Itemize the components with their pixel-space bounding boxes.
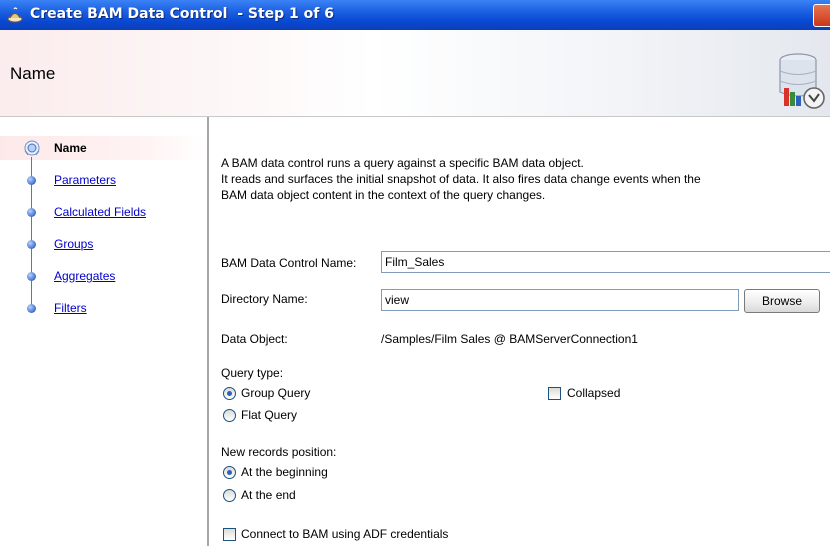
step-dot-icon bbox=[27, 240, 36, 249]
title-bar[interactable]: Create BAM Data Control - Step 1 of 6 bbox=[0, 0, 830, 30]
adf-credentials-label[interactable]: Connect to BAM using ADF credentials bbox=[241, 527, 448, 541]
nav-label-groups[interactable]: Groups bbox=[54, 237, 93, 251]
query-type-label: Query type: bbox=[221, 366, 284, 380]
wizard-step-nav: Name Parameters Calculated Fields Groups… bbox=[0, 117, 209, 546]
browse-button[interactable]: Browse bbox=[744, 289, 820, 313]
window-title: Create BAM Data Control - Step 1 of 6 bbox=[30, 6, 334, 22]
at-end-radio[interactable] bbox=[223, 489, 236, 502]
at-beginning-label[interactable]: At the beginning bbox=[241, 465, 328, 479]
directory-name-input[interactable]: view bbox=[381, 289, 739, 311]
step-dot-icon bbox=[27, 176, 36, 185]
group-query-label[interactable]: Group Query bbox=[241, 386, 310, 400]
bam-data-control-icon bbox=[779, 53, 825, 109]
data-object-label: Data Object: bbox=[221, 332, 288, 346]
nav-label-calculated-fields[interactable]: Calculated Fields bbox=[54, 205, 146, 219]
wizard-main-panel: A BAM data control runs a query against … bbox=[209, 117, 830, 546]
control-name-label: BAM Data Control Name: bbox=[221, 256, 357, 270]
description-text: A BAM data control runs a query against … bbox=[221, 155, 830, 203]
at-end-label[interactable]: At the end bbox=[241, 488, 296, 502]
page-title: Name bbox=[10, 64, 56, 83]
data-object-value: /Samples/Film Sales @ BAMServerConnectio… bbox=[381, 332, 638, 346]
nav-label-name: Name bbox=[54, 141, 87, 155]
current-step-icon bbox=[24, 140, 40, 156]
nav-label-filters[interactable]: Filters bbox=[54, 301, 87, 315]
app-icon bbox=[7, 7, 23, 23]
close-button[interactable] bbox=[813, 4, 830, 27]
flat-query-label[interactable]: Flat Query bbox=[241, 408, 297, 422]
control-name-input[interactable]: Film_Sales bbox=[381, 251, 830, 273]
description-line: A BAM data control runs a query against … bbox=[221, 156, 584, 170]
adf-credentials-checkbox[interactable] bbox=[223, 528, 236, 541]
wizard-header: Name bbox=[0, 30, 830, 117]
nav-label-parameters[interactable]: Parameters bbox=[54, 173, 116, 187]
directory-name-label: Directory Name: bbox=[221, 292, 308, 306]
collapsed-label[interactable]: Collapsed bbox=[567, 386, 620, 400]
step-dot-icon bbox=[27, 272, 36, 281]
step-dot-icon bbox=[27, 304, 36, 313]
description-line: It reads and surfaces the initial snapsh… bbox=[221, 172, 701, 186]
nav-label-aggregates[interactable]: Aggregates bbox=[54, 269, 115, 283]
step-dot-icon bbox=[27, 208, 36, 217]
new-records-position-label: New records position: bbox=[221, 445, 337, 459]
description-line: BAM data object content in the context o… bbox=[221, 188, 546, 202]
collapsed-checkbox[interactable] bbox=[548, 387, 561, 400]
at-beginning-radio[interactable] bbox=[223, 466, 236, 479]
group-query-radio[interactable] bbox=[223, 387, 236, 400]
flat-query-radio[interactable] bbox=[223, 409, 236, 422]
